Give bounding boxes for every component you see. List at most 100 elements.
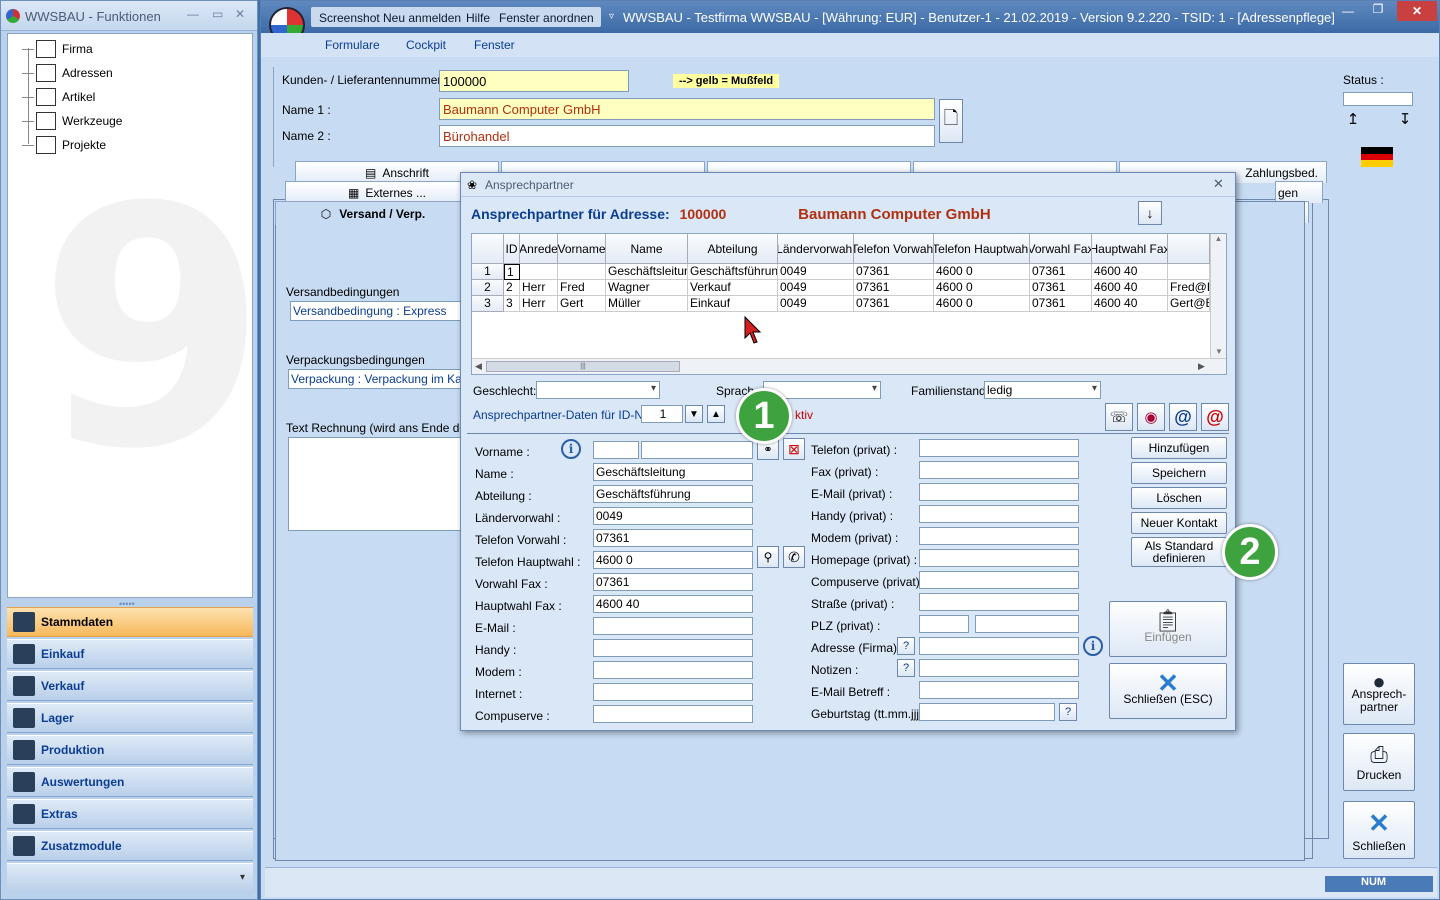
name1-input[interactable]: Baumann Computer GmbH [439, 98, 935, 120]
grid-cell[interactable]: Gert [558, 296, 606, 312]
field-input-private[interactable] [919, 439, 1079, 457]
binoculars-icon[interactable]: ⚲ [757, 546, 779, 568]
dropdown-arrow-icon[interactable]: ▿ [609, 11, 614, 22]
horizontal-scrollbar[interactable]: ◀ ||| ▶ [472, 358, 1226, 374]
menu-cockpit[interactable]: Cockpit [406, 38, 446, 52]
grid-header[interactable]: Hauptwahl Fax [1092, 234, 1168, 264]
main-titlebar[interactable]: Screenshot Neu anmelden Hilfe Fenster an… [261, 1, 1439, 33]
anrede-input[interactable] [593, 441, 639, 459]
einfuegen-button[interactable]: 📋︎ Einfügen [1109, 601, 1227, 657]
menu-screenshot[interactable]: Screenshot [319, 11, 380, 25]
field-input[interactable]: 07361 [593, 573, 753, 591]
geschlecht-select[interactable] [536, 381, 660, 399]
schliessen-button[interactable]: ✕ Schließen [1343, 801, 1415, 859]
field-input-private[interactable] [919, 593, 1079, 611]
email-private-icon[interactable]: @ [1201, 403, 1229, 431]
close-icon[interactable]: ✕ [1213, 176, 1224, 192]
grid-cell[interactable]: 07361 [854, 280, 934, 296]
grid-cell[interactable]: Fred@E [1168, 280, 1210, 296]
grid-header[interactable]: Abteilung [688, 234, 778, 264]
globe-icon[interactable]: ◉ [1137, 403, 1165, 431]
grid-cell[interactable]: 0049 [778, 264, 854, 280]
grid-row-header[interactable]: 3 [472, 296, 504, 312]
field-input[interactable] [593, 705, 753, 723]
hinzufuegen-button[interactable]: Hinzufügen [1131, 437, 1227, 459]
dialog-titlebar[interactable]: ❀ Ansprechpartner ✕ [461, 173, 1235, 197]
grid-cell[interactable]: 4600 0 [934, 280, 1030, 296]
field-input-private[interactable] [919, 549, 1079, 567]
field-input[interactable] [593, 683, 753, 701]
field-input[interactable] [593, 661, 753, 679]
minimize-icon[interactable]: — [187, 7, 199, 21]
sort-down-icon[interactable]: ↧ [1395, 109, 1415, 129]
field-input[interactable]: 07361 [593, 529, 753, 547]
menu-hilfe[interactable]: Hilfe [466, 11, 490, 25]
grid-header[interactable]: Name [606, 234, 688, 264]
nav-footer[interactable]: ▾ [7, 863, 253, 893]
drucken-button[interactable]: ⎙ Drucken [1343, 733, 1415, 791]
tab-row2-right[interactable]: gen [1275, 181, 1323, 203]
nav-item[interactable]: Auswertungen [7, 767, 253, 797]
close-icon[interactable]: ✕ [235, 7, 245, 21]
field-input[interactable]: Geschäftsführung [593, 485, 753, 503]
plz-input[interactable] [919, 615, 969, 633]
grid-cell[interactable]: 07361 [854, 264, 934, 280]
grid-cell[interactable]: 2 [504, 280, 520, 296]
textrechnung-textarea[interactable] [288, 437, 468, 531]
sort-az-icon[interactable]: ↓ [1138, 201, 1162, 225]
grid-cell[interactable]: Verkauf [688, 280, 778, 296]
field-input-private[interactable] [919, 681, 1079, 699]
field-input[interactable] [593, 617, 753, 635]
field-input[interactable]: 4600 40 [593, 595, 753, 613]
field-input-private[interactable] [919, 483, 1079, 501]
nav-item[interactable]: Einkauf [7, 639, 253, 669]
id-nr-input[interactable]: 1 [641, 405, 683, 423]
info-icon[interactable]: i [561, 439, 581, 459]
field-input[interactable] [593, 639, 753, 657]
nav-item[interactable]: Stammdaten [7, 607, 253, 637]
field-input-private[interactable] [919, 527, 1079, 545]
info-icon[interactable]: i [1083, 636, 1103, 656]
help-question-button[interactable]: ? [1059, 703, 1077, 721]
grid-cell[interactable] [520, 264, 558, 280]
field-input[interactable]: 0049 [593, 507, 753, 525]
nav-item[interactable]: Zusatzmodule [7, 831, 253, 861]
grid-cell[interactable]: Müller [606, 296, 688, 312]
geburtstag-input[interactable] [919, 703, 1055, 721]
status-input[interactable] [1343, 92, 1413, 106]
menu-fenster-anordnen[interactable]: Fenster anordnen [499, 11, 594, 25]
copy-document-icon[interactable]: 🗋 [939, 99, 963, 143]
tab-externes[interactable]: ▦ Externes ... [285, 181, 489, 203]
field-input-private[interactable] [919, 571, 1079, 589]
grid-cell[interactable]: 4600 40 [1092, 264, 1168, 280]
neuer-kontakt-button[interactable]: Neuer Kontakt [1131, 512, 1227, 534]
name2-input[interactable]: Bürohandel [439, 125, 935, 147]
tree-item[interactable]: Adressen [36, 62, 113, 84]
familienstand-select[interactable]: ledig [984, 381, 1101, 399]
grid-cell[interactable]: Wagner [606, 280, 688, 296]
grid-cell[interactable]: 0049 [778, 280, 854, 296]
nav-item[interactable]: Verkauf [7, 671, 253, 701]
phone-icon[interactable]: ✆ [783, 546, 805, 568]
field-input-private[interactable] [919, 461, 1079, 479]
maximize-icon[interactable]: ▭ [212, 7, 223, 21]
menu-formulare[interactable]: Formulare [325, 38, 380, 52]
grid-cell[interactable]: Einkauf [688, 296, 778, 312]
grid-header[interactable]: Telefon Hauptwahl [934, 234, 1030, 264]
nav-item[interactable]: Produktion [7, 735, 253, 765]
grid-header[interactable]: Anrede [520, 234, 558, 264]
tree-item[interactable]: Artikel [36, 86, 95, 108]
arrow-down-icon[interactable]: ▼ [685, 405, 703, 423]
grid-cell[interactable]: 4600 40 [1092, 296, 1168, 312]
grid-header[interactable]: Vorwahl Fax [1030, 234, 1092, 264]
grid-cell[interactable] [1168, 264, 1210, 280]
vorname-input[interactable] [641, 441, 753, 459]
grid-row-header[interactable]: 2 [472, 280, 504, 296]
grid-cell[interactable]: 1 [504, 264, 520, 280]
grid-cell[interactable]: Herr [520, 280, 558, 296]
grid-header[interactable]: Vorname [558, 234, 606, 264]
grid-cell[interactable]: Gert@B [1168, 296, 1210, 312]
help-question-button[interactable]: ? [897, 659, 915, 677]
grid-cell[interactable]: 07361 [854, 296, 934, 312]
tree-item[interactable]: Firma [36, 38, 93, 60]
